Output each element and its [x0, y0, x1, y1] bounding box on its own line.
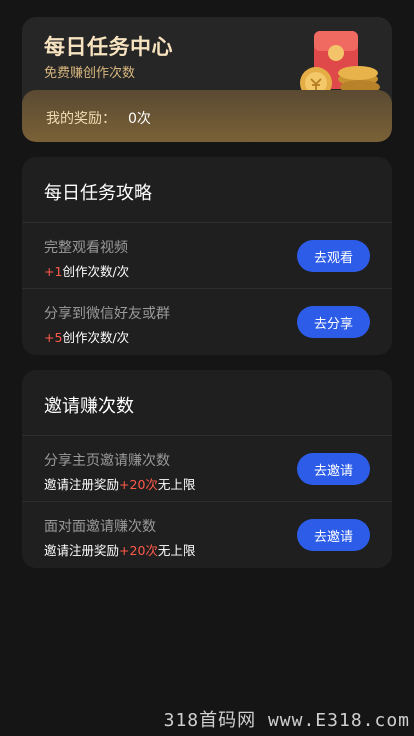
watch-video-button[interactable]: 去观看: [297, 240, 370, 272]
daily-tasks-card: 每日任务攻略 完整观看视频 +1创作次数/次 去观看 分享到微信好友或群 +5创…: [22, 157, 392, 355]
invite-tasks-title: 邀请赚次数: [44, 396, 134, 417]
task-name: 面对面邀请赚次数: [44, 519, 156, 535]
my-reward-value: 0次: [128, 111, 151, 127]
invite-tasks-card: 邀请赚次数 分享主页邀请赚次数 邀请注册奖励+20次无上限 去邀请 面对面邀请赚…: [22, 370, 392, 568]
page-subtitle: 免费赚创作次数: [44, 66, 136, 81]
task-center-header-card: 每日任务中心 免费赚创作次数 我的奖励： 0次: [22, 17, 392, 142]
my-reward-bar: 我的奖励： 0次: [22, 90, 392, 142]
my-reward-label: 我的奖励：: [46, 111, 116, 127]
invite-button[interactable]: 去邀请: [297, 453, 370, 485]
task-name: 分享主页邀请赚次数: [44, 453, 170, 469]
task-reward-desc: 邀请注册奖励+20次无上限: [44, 543, 196, 558]
divider: [22, 435, 392, 436]
daily-tasks-title: 每日任务攻略: [44, 183, 152, 204]
invite-button[interactable]: 去邀请: [297, 519, 370, 551]
share-button[interactable]: 去分享: [297, 306, 370, 338]
divider: [22, 222, 392, 223]
task-reward-desc: 邀请注册奖励+20次无上限: [44, 477, 196, 492]
task-name: 完整观看视频: [44, 240, 128, 256]
page-title: 每日任务中心: [44, 35, 173, 59]
divider: [22, 501, 392, 502]
task-name: 分享到微信好友或群: [44, 306, 170, 322]
task-reward-desc: +1创作次数/次: [44, 264, 130, 279]
watermark: 318首码网 www.E318.com: [163, 710, 410, 731]
task-reward-desc: +5创作次数/次: [44, 330, 130, 345]
divider: [22, 288, 392, 289]
